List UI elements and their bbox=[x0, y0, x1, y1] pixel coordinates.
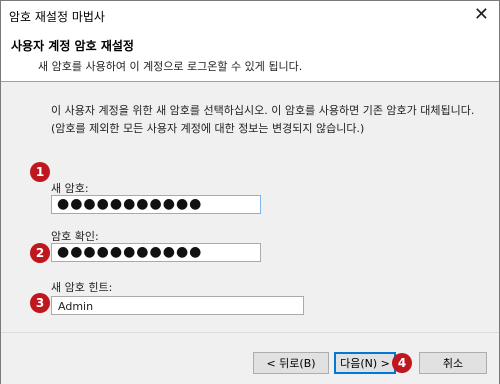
new-password-mask: ●●●●●●●●●●● bbox=[57, 196, 203, 212]
wizard-header: 사용자 계정 암호 재설정 새 암호를 사용하여 이 계정으로 로그온할 수 있… bbox=[1, 31, 499, 82]
password-hint-field[interactable]: Admin bbox=[51, 296, 304, 315]
next-button[interactable]: 다음(N) > bbox=[334, 352, 396, 374]
password-hint-value: Admin bbox=[58, 300, 94, 313]
password-reset-wizard-window: 암호 재설정 마법사 ✕ 사용자 계정 암호 재설정 새 암호를 사용하여 이 … bbox=[0, 0, 500, 384]
wizard-footer: < 뒤로(B) 다음(N) > 4 취소 bbox=[1, 332, 499, 384]
step-badge-2: 2 bbox=[30, 243, 50, 263]
password-hint-label: 새 암호 힌트: bbox=[51, 281, 113, 294]
step-badge-4: 4 bbox=[392, 353, 412, 373]
new-password-label: 새 암호: bbox=[51, 182, 89, 195]
close-icon[interactable]: ✕ bbox=[474, 4, 489, 25]
back-button[interactable]: < 뒤로(B) bbox=[253, 352, 329, 374]
confirm-password-mask: ●●●●●●●●●●● bbox=[57, 244, 203, 260]
confirm-password-field[interactable]: ●●●●●●●●●●● bbox=[51, 243, 261, 262]
header-title: 사용자 계정 암호 재설정 bbox=[11, 39, 134, 53]
header-subtitle: 새 암호를 사용하여 이 계정으로 로그온할 수 있게 됩니다. bbox=[38, 60, 303, 73]
confirm-password-label: 암호 확인: bbox=[51, 230, 99, 243]
step-badge-1: 1 bbox=[30, 162, 50, 182]
title-bar: 암호 재설정 마법사 ✕ bbox=[1, 1, 499, 31]
window-title: 암호 재설정 마법사 bbox=[9, 10, 105, 24]
instruction-text: 이 사용자 계정을 위한 새 암호를 선택하십시오. 이 암호를 사용하면 기존… bbox=[51, 104, 475, 135]
cancel-button[interactable]: 취소 bbox=[419, 352, 487, 374]
new-password-field[interactable]: ●●●●●●●●●●● bbox=[51, 195, 261, 214]
step-badge-3: 3 bbox=[30, 293, 50, 313]
wizard-body: 이 사용자 계정을 위한 새 암호를 선택하십시오. 이 암호를 사용하면 기존… bbox=[1, 82, 499, 332]
